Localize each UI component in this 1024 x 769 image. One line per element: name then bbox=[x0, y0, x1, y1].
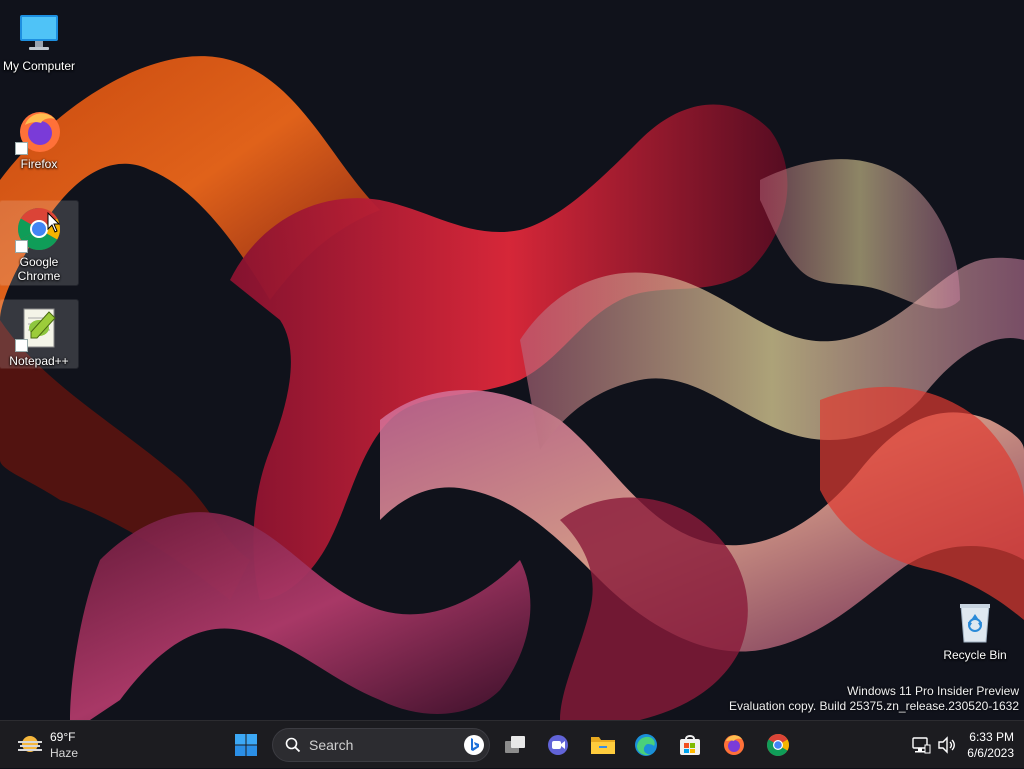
desktop-icon-label: Google Chrome bbox=[17, 255, 61, 283]
bing-icon[interactable] bbox=[463, 734, 485, 756]
desktop-icon-recycle-bin[interactable]: Recycle Bin bbox=[936, 594, 1014, 666]
desktop-icon-my-computer[interactable]: My Computer bbox=[0, 5, 78, 77]
file-explorer-button[interactable] bbox=[585, 727, 621, 763]
volume-icon[interactable] bbox=[937, 735, 957, 755]
teams-chat-icon bbox=[548, 735, 568, 755]
firefox-taskbar-button[interactable] bbox=[716, 727, 752, 763]
microsoft-store-icon bbox=[680, 735, 700, 755]
clock-date: 6/6/2023 bbox=[967, 746, 1014, 760]
taskbar-clock[interactable]: 6:33 PM 6/6/2023 bbox=[967, 729, 1014, 761]
edge-icon bbox=[635, 734, 657, 756]
weather-widget[interactable]: 69°F Haze bbox=[16, 727, 78, 763]
desktop-icon-google-chrome[interactable]: Google Chrome bbox=[0, 200, 79, 286]
notepad-plus-plus-icon bbox=[15, 304, 63, 352]
firefox-icon bbox=[724, 735, 744, 755]
watermark-edition: Windows 11 Pro Insider Preview bbox=[847, 684, 1019, 698]
start-button[interactable] bbox=[228, 727, 264, 763]
search-placeholder: Search bbox=[309, 737, 354, 753]
desktop-icon-label: Firefox bbox=[20, 157, 58, 171]
clock-time: 6:33 PM bbox=[969, 730, 1014, 744]
haze-weather-icon bbox=[18, 736, 42, 752]
desktop-icon-label: Notepad++ bbox=[9, 354, 69, 368]
windows-start-icon bbox=[235, 734, 257, 756]
wallpaper bbox=[0, 0, 1024, 720]
edge-button[interactable] bbox=[628, 727, 664, 763]
firefox-icon bbox=[15, 107, 63, 155]
shortcut-arrow-icon bbox=[15, 339, 28, 352]
chrome-icon bbox=[767, 734, 789, 756]
shortcut-arrow-icon bbox=[15, 240, 28, 253]
search-icon bbox=[285, 737, 301, 753]
network-icon[interactable] bbox=[911, 735, 931, 755]
task-view-button[interactable] bbox=[497, 727, 533, 763]
shortcut-arrow-icon bbox=[15, 142, 28, 155]
weather-condition: Haze bbox=[50, 746, 79, 760]
taskbar-search-box[interactable]: Search bbox=[272, 728, 490, 762]
file-explorer-icon bbox=[591, 737, 615, 754]
desktop-icon-notepad-plus-plus[interactable]: Notepad++ bbox=[0, 299, 79, 369]
recycle-bin-icon bbox=[951, 598, 999, 646]
system-tray: 6:33 PM 6/6/2023 bbox=[911, 721, 1024, 769]
taskbar: 69°F Haze Search 6:33 PM 6/6/2023 bbox=[0, 720, 1024, 768]
desktop[interactable]: My Computer Firefox Google Chrome Notepa… bbox=[0, 0, 1024, 720]
watermark-build: Evaluation copy. Build 25375.zn_release.… bbox=[729, 699, 1019, 713]
microsoft-store-button[interactable] bbox=[672, 727, 708, 763]
chrome-taskbar-button[interactable] bbox=[760, 727, 796, 763]
mouse-cursor-icon bbox=[47, 212, 61, 233]
desktop-icon-firefox[interactable]: Firefox bbox=[0, 103, 78, 175]
desktop-icon-label: My Computer bbox=[2, 59, 76, 73]
evaluation-watermark: Windows 11 Pro Insider Preview Evaluatio… bbox=[729, 684, 1019, 714]
desktop-icon-label: Recycle Bin bbox=[943, 648, 1007, 662]
teams-chat-button[interactable] bbox=[540, 727, 576, 763]
computer-icon bbox=[15, 9, 63, 57]
weather-temperature: 69°F bbox=[50, 730, 76, 744]
task-view-icon bbox=[505, 736, 525, 753]
